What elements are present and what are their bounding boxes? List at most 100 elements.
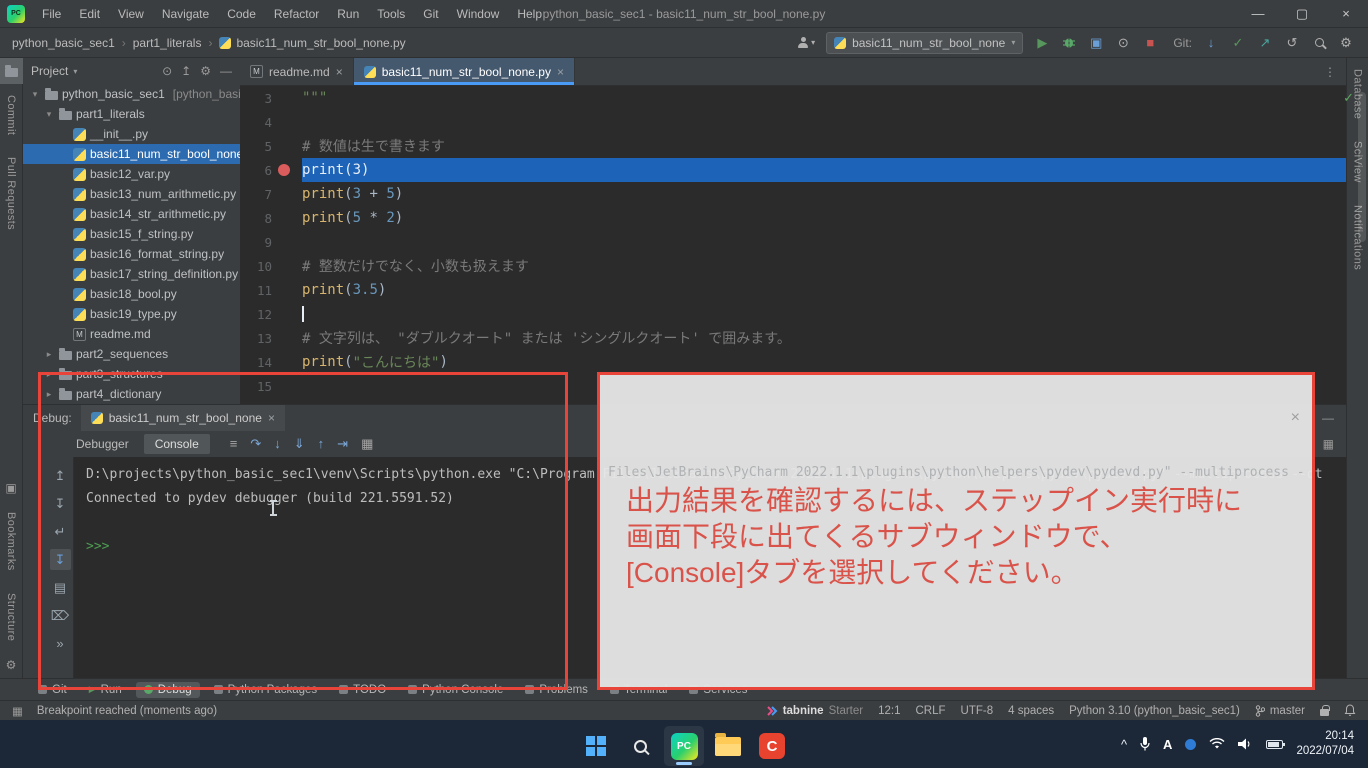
status-grid-icon[interactable]: ▦ <box>12 704 23 718</box>
code-line[interactable]: 14print("こんにちは") <box>240 350 1346 374</box>
stripe-label-pull-requests[interactable]: Pull Requests <box>5 146 17 241</box>
collapse-all-icon[interactable]: ↥ <box>181 64 191 78</box>
tab-options-icon[interactable]: ⋮ <box>1314 58 1346 85</box>
tree-item-basic11-num-str-bool-none-py[interactable]: basic11_num_str_bool_none.py <box>23 144 240 164</box>
taskbar-clock[interactable]: 20:14 2022/07/04 <box>1296 729 1354 759</box>
print-icon[interactable]: ▤ <box>50 577 71 598</box>
profiler-button[interactable]: ⊙ <box>1115 35 1131 51</box>
menu-git[interactable]: Git <box>414 0 447 27</box>
code-line[interactable]: 4 <box>240 110 1346 134</box>
breakpoint-area[interactable] <box>272 206 298 230</box>
taskbar-explorer-button[interactable] <box>708 726 748 766</box>
tool-window-button-debug[interactable]: Debug <box>136 682 200 698</box>
step-over-icon[interactable]: ↷ <box>250 436 261 452</box>
breadcrumb-item[interactable]: python_basic_sec1 <box>12 36 115 50</box>
tool-window-button-git[interactable]: Git <box>30 682 75 698</box>
code-line[interactable]: 6print(3) <box>240 158 1346 182</box>
code-line[interactable]: 9 <box>240 230 1346 254</box>
layout-menu-icon[interactable]: ≡ <box>230 436 238 452</box>
stripe-label-bookmarks[interactable]: Bookmarks <box>5 501 17 582</box>
tree-item-basic17-string-definition-py[interactable]: basic17_string_definition.py <box>23 264 240 284</box>
stripe-label-structure[interactable]: Structure <box>5 582 17 652</box>
tool-window-button-run[interactable]: ▶Run <box>81 682 130 698</box>
battery-icon[interactable] <box>1266 740 1283 749</box>
tree-item--init-py[interactable]: __init__.py <box>23 124 240 144</box>
close-button[interactable]: × <box>1324 0 1368 27</box>
hidden-icons-chevron[interactable]: ^ <box>1121 737 1127 752</box>
stop-button[interactable]: ■ <box>1142 35 1158 50</box>
breadcrumb-item[interactable]: basic11_num_str_bool_none.py <box>219 36 405 50</box>
breadcrumb-item[interactable]: part1_literals <box>133 36 202 50</box>
volume-icon[interactable] <box>1238 738 1253 750</box>
breakpoint-area[interactable] <box>272 110 298 134</box>
locate-file-icon[interactable]: ⊙ <box>162 64 172 78</box>
force-step-into-icon[interactable]: ⇓ <box>294 436 305 452</box>
run-to-cursor-icon[interactable]: ⇥ <box>337 436 348 452</box>
console-history-up-icon[interactable]: ↥ <box>50 465 71 486</box>
code-line[interactable]: 8print(5 * 2) <box>240 206 1346 230</box>
microphone-icon[interactable] <box>1140 737 1150 751</box>
tree-item-basic18-bool-py[interactable]: basic18_bool.py <box>23 284 240 304</box>
step-into-icon[interactable]: ↓ <box>274 436 281 452</box>
code-line[interactable]: 12 <box>240 302 1346 326</box>
git-commit-button[interactable]: ✓ <box>1230 35 1246 51</box>
panel-settings-icon[interactable]: ⚙ <box>200 64 211 78</box>
breakpoint-area[interactable] <box>272 302 298 326</box>
inspections-ok-icon[interactable]: ✓ <box>1343 90 1354 106</box>
tree-item-basic12-var-py[interactable]: basic12_var.py <box>23 164 240 184</box>
editor-scrollbar[interactable] <box>1358 92 1366 242</box>
breakpoint-area[interactable] <box>272 350 298 374</box>
breakpoint-area[interactable] <box>272 134 298 158</box>
run-configuration-select[interactable]: basic11_num_str_bool_none ▾ <box>826 32 1023 54</box>
close-icon[interactable]: × <box>268 411 275 425</box>
editor-tab-basic11-num-str-bool-none-py[interactable]: basic11_num_str_bool_none.py× <box>354 58 575 85</box>
wifi-icon[interactable] <box>1209 738 1225 750</box>
menu-file[interactable]: File <box>33 0 70 27</box>
code-line[interactable]: 10# 整数だけでなく、小数も扱えます <box>240 254 1346 278</box>
menu-edit[interactable]: Edit <box>70 0 109 27</box>
lock-icon[interactable] <box>1320 709 1329 716</box>
taskbar-pycharm-button[interactable]: PC <box>664 726 704 766</box>
maximize-button[interactable]: ▢ <box>1280 0 1324 27</box>
view-breakpoints-icon[interactable]: ▦ <box>361 436 373 452</box>
profile-icon[interactable]: ▾ <box>797 37 815 48</box>
tree-item-part1-literals[interactable]: ▾part1_literals <box>23 104 240 124</box>
tree-item-python-basic-sec1[interactable]: ▾python_basic_sec1[python_basic_sec1] <box>23 84 240 104</box>
step-out-icon[interactable]: ↑ <box>318 436 325 452</box>
debug-session-tab[interactable]: basic11_num_str_bool_none × <box>81 405 285 431</box>
breakpoint-area[interactable] <box>272 182 298 206</box>
code-line[interactable]: 7print(3 + 5) <box>240 182 1346 206</box>
tray-status-dot[interactable] <box>1185 739 1196 750</box>
tool-window-button-python-packages[interactable]: Python Packages <box>206 682 326 698</box>
tree-item-readme-md[interactable]: Mreadme.md <box>23 324 240 344</box>
hide-panel-icon[interactable]: — <box>220 64 232 78</box>
stripe-settings-icon[interactable]: ⚙ <box>0 652 23 678</box>
git-push-button[interactable]: ↗ <box>1257 35 1273 51</box>
menu-window[interactable]: Window <box>448 0 509 27</box>
breakpoint-area[interactable] <box>272 374 298 398</box>
ime-mode-indicator[interactable]: A <box>1163 737 1172 752</box>
clear-all-icon[interactable]: ⌦ <box>50 605 71 626</box>
caret-position[interactable]: 12:1 <box>878 705 900 717</box>
code-area[interactable]: 3"""45# 数値は生で書きます6print(3)7print(3 + 5)8… <box>240 86 1346 404</box>
git-update-button[interactable]: ↓ <box>1203 35 1219 50</box>
tree-item-part3-structures[interactable]: ▸part3_structures <box>23 364 240 384</box>
tree-item-basic14-str-arithmetic-py[interactable]: basic14_str_arithmetic.py <box>23 204 240 224</box>
tree-item-basic15-f-string-py[interactable]: basic15_f_string.py <box>23 224 240 244</box>
minimize-panel-icon[interactable]: — <box>1322 411 1334 425</box>
history-button[interactable]: ↺ <box>1284 35 1300 51</box>
view-tab-debugger[interactable]: Debugger <box>65 434 140 454</box>
indent-select[interactable]: 4 spaces <box>1008 705 1054 717</box>
tree-item-basic13-num-arithmetic-py[interactable]: basic13_num_arithmetic.py <box>23 184 240 204</box>
menu-view[interactable]: View <box>109 0 153 27</box>
breakpoint-area[interactable] <box>272 86 298 110</box>
start-button[interactable] <box>576 726 616 766</box>
code-line[interactable]: 11print(3.5) <box>240 278 1346 302</box>
menu-run[interactable]: Run <box>328 0 368 27</box>
more-actions-icon[interactable]: » <box>50 633 71 654</box>
code-line[interactable]: 5# 数値は生で書きます <box>240 134 1346 158</box>
settings-button[interactable]: ⚙ <box>1338 35 1354 51</box>
menu-refactor[interactable]: Refactor <box>265 0 328 27</box>
tool-window-button-problems[interactable]: Problems <box>517 682 596 698</box>
close-tab-icon[interactable]: × <box>557 65 564 79</box>
